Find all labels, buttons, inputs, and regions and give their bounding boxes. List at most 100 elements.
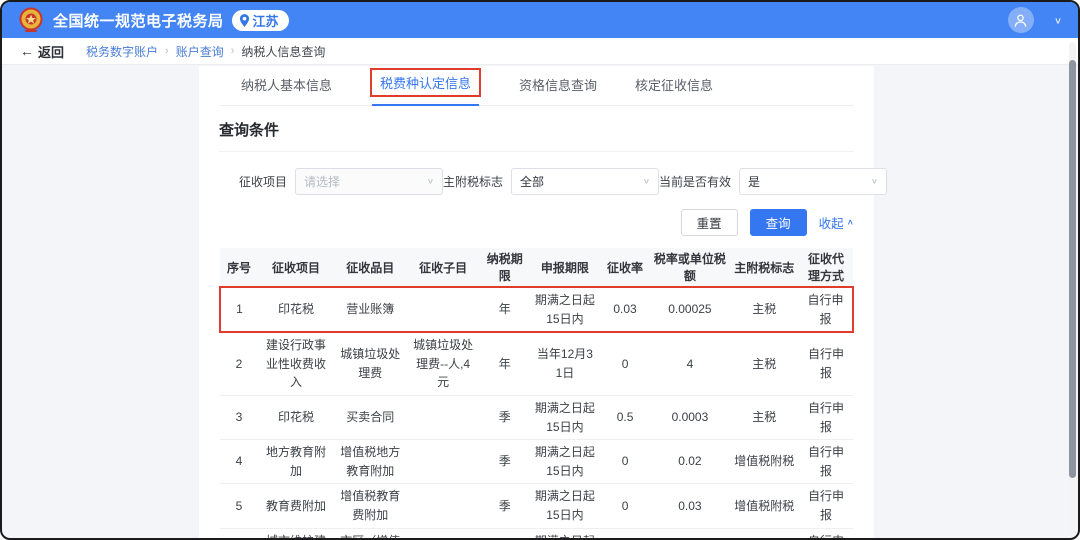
table-row[interactable]: 3印花税买卖合同季期满之日起15日内0.50.0003主税自行申报 <box>220 395 853 439</box>
tab-tax-type-determination[interactable]: 税费种认定信息 <box>368 62 483 105</box>
column-header: 征收率 <box>600 248 651 287</box>
table-row[interactable]: 4地方教育附加增值税地方教育附加季期满之日起15日内00.02增值税附税自行申报 <box>220 440 853 484</box>
query-button[interactable]: 查询 <box>750 209 807 236</box>
breadcrumb-bar: ← 返回 税务数字账户 › 账户查询 › 纳税人信息查询 <box>2 38 1078 65</box>
table-cell: 当年12月31日 <box>530 332 600 395</box>
table-cell: 教育费附加 <box>258 484 334 528</box>
tab-assessed-collection-info[interactable]: 核定征收信息 <box>633 69 715 105</box>
table-cell: 自行申报 <box>799 287 853 332</box>
tax-type-table: 序号征收项目征收品目征收子目纳税期限申报期限征收率税率或单位税额主附税标志征收代… <box>219 248 854 540</box>
column-header: 申报期限 <box>530 248 600 287</box>
page-scrollbar[interactable] <box>1069 42 1076 536</box>
table-cell: 4 <box>220 440 258 484</box>
table-cell: 自行申报 <box>799 332 853 395</box>
app-window: 全国统一规范电子税务局 江苏 ∨ ← 返回 税务数字账户 › 账户查询 › 纳税… <box>0 0 1080 540</box>
table-cell: 季 <box>479 440 530 484</box>
table-cell: 主税 <box>729 332 799 395</box>
select-value: 是 <box>748 173 760 190</box>
breadcrumb-separator-icon: › <box>231 45 235 57</box>
table-row[interactable]: 6城市维护建设税市区（增值税附征）季期满之日起15日内00.07增值税附税自行申… <box>220 528 853 540</box>
table-cell: 年 <box>479 332 530 395</box>
table-cell: 买卖合同 <box>334 395 407 439</box>
table-cell: 季 <box>479 528 530 540</box>
chevron-down-icon: ∨ <box>643 177 650 185</box>
table-cell: 地方教育附加 <box>258 440 334 484</box>
table-cell: 增值税附税 <box>729 528 799 540</box>
column-header: 纳税期限 <box>479 248 530 287</box>
location-pin-icon <box>239 14 250 27</box>
action-row: 重置 查询 收起 ∧ <box>219 209 854 236</box>
table-cell: 2 <box>220 332 258 395</box>
reset-button[interactable]: 重置 <box>681 209 738 236</box>
tab-taxpayer-basic-info[interactable]: 纳税人基本信息 <box>239 69 334 105</box>
user-avatar[interactable] <box>1008 7 1034 33</box>
user-menu-chevron-icon[interactable]: ∨ <box>1054 15 1062 25</box>
chevron-down-icon: ∨ <box>427 177 434 185</box>
tab-qualification-info-query[interactable]: 资格信息查询 <box>517 69 599 105</box>
table-row-highlighted[interactable]: 1印花税营业账簿年期满之日起15日内0.030.00025主税自行申报 <box>220 287 853 332</box>
filter-label: 当前是否有效 <box>659 173 731 190</box>
table-cell: 城镇垃圾处理费 <box>334 332 407 395</box>
table-cell: 期满之日起15日内 <box>530 287 600 332</box>
table-cell: 增值税附税 <box>729 440 799 484</box>
table-cell: 主税 <box>729 395 799 439</box>
table-body: 1印花税营业账簿年期满之日起15日内0.030.00025主税自行申报2建设行政… <box>220 287 853 540</box>
table-cell: 0.0003 <box>650 395 729 439</box>
person-icon <box>1013 13 1028 28</box>
table-cell: 期满之日起15日内 <box>530 395 600 439</box>
collapse-label: 收起 <box>819 213 844 232</box>
region-badge[interactable]: 江苏 <box>232 10 289 31</box>
table-cell: 自行申报 <box>799 395 853 439</box>
table-cell: 建设行政事业性收费收入 <box>258 332 334 395</box>
breadcrumb-item-account-query[interactable]: 账户查询 <box>176 43 224 60</box>
table-cell: 城市维护建设税 <box>258 528 334 540</box>
collection-item-select[interactable]: 请选择 ∨ <box>295 168 443 195</box>
table-cell: 0.07 <box>650 528 729 540</box>
table-cell: 增值税地方教育附加 <box>334 440 407 484</box>
table-cell: 城镇垃圾处理费--人,4元 <box>407 332 480 395</box>
tax-bureau-logo-icon <box>18 7 44 33</box>
back-label: 返回 <box>38 42 64 61</box>
table-cell <box>407 528 480 540</box>
column-header: 征收子目 <box>407 248 480 287</box>
table-cell: 主税 <box>729 287 799 332</box>
table-cell: 期满之日起15日内 <box>530 528 600 540</box>
app-title: 全国统一规范电子税务局 <box>53 10 224 31</box>
chevron-down-icon: ∨ <box>871 177 878 185</box>
table-cell: 0.03 <box>600 287 651 332</box>
table-cell: 0 <box>600 528 651 540</box>
content-card: 纳税人基本信息 税费种认定信息 资格信息查询 核定征收信息 查询条件 征收项目 … <box>199 66 874 538</box>
table-row[interactable]: 2建设行政事业性收费收入城镇垃圾处理费城镇垃圾处理费--人,4元年当年12月31… <box>220 332 853 395</box>
query-conditions-title: 查询条件 <box>219 106 854 152</box>
filter-collection-item: 征收项目 请选择 ∨ <box>239 168 443 195</box>
main-area: 纳税人基本信息 税费种认定信息 资格信息查询 核定征收信息 查询条件 征收项目 … <box>2 66 1078 538</box>
table-cell: 增值税教育费附加 <box>334 484 407 528</box>
collapse-link[interactable]: 收起 ∧ <box>819 213 854 232</box>
filter-label: 主附税标志 <box>443 173 503 190</box>
table-cell: 4 <box>650 332 729 395</box>
table-cell: 季 <box>479 395 530 439</box>
main-additional-tax-flag-select[interactable]: 全部 ∨ <box>511 168 659 195</box>
region-label: 江苏 <box>253 11 279 30</box>
table-cell: 期满之日起15日内 <box>530 440 600 484</box>
table-cell: 5 <box>220 484 258 528</box>
table-row[interactable]: 5教育费附加增值税教育费附加季期满之日起15日内00.03增值税附税自行申报 <box>220 484 853 528</box>
table-cell <box>407 287 480 332</box>
breadcrumb-item-digital-account[interactable]: 税务数字账户 <box>86 43 158 60</box>
table-cell: 3 <box>220 395 258 439</box>
scrollbar-thumb[interactable] <box>1069 60 1076 478</box>
currently-valid-select[interactable]: 是 ∨ <box>739 168 887 195</box>
caret-up-icon: ∧ <box>847 218 854 227</box>
table-cell: 季 <box>479 484 530 528</box>
top-bar: 全国统一规范电子税务局 江苏 ∨ <box>2 2 1078 38</box>
breadcrumb-item-current: 纳税人信息查询 <box>241 43 325 60</box>
filter-currently-valid: 当前是否有效 是 ∨ <box>659 168 887 195</box>
table-cell: 0.02 <box>650 440 729 484</box>
filter-row: 征收项目 请选择 ∨ 主附税标志 全部 ∨ 当前是否有效 <box>219 168 854 195</box>
table-cell: 年 <box>479 287 530 332</box>
table-cell: 6 <box>220 528 258 540</box>
back-button[interactable]: ← 返回 <box>20 42 64 61</box>
column-header: 征收代理方式 <box>799 248 853 287</box>
table-cell: 自行申报 <box>799 440 853 484</box>
table-cell: 0.5 <box>600 395 651 439</box>
